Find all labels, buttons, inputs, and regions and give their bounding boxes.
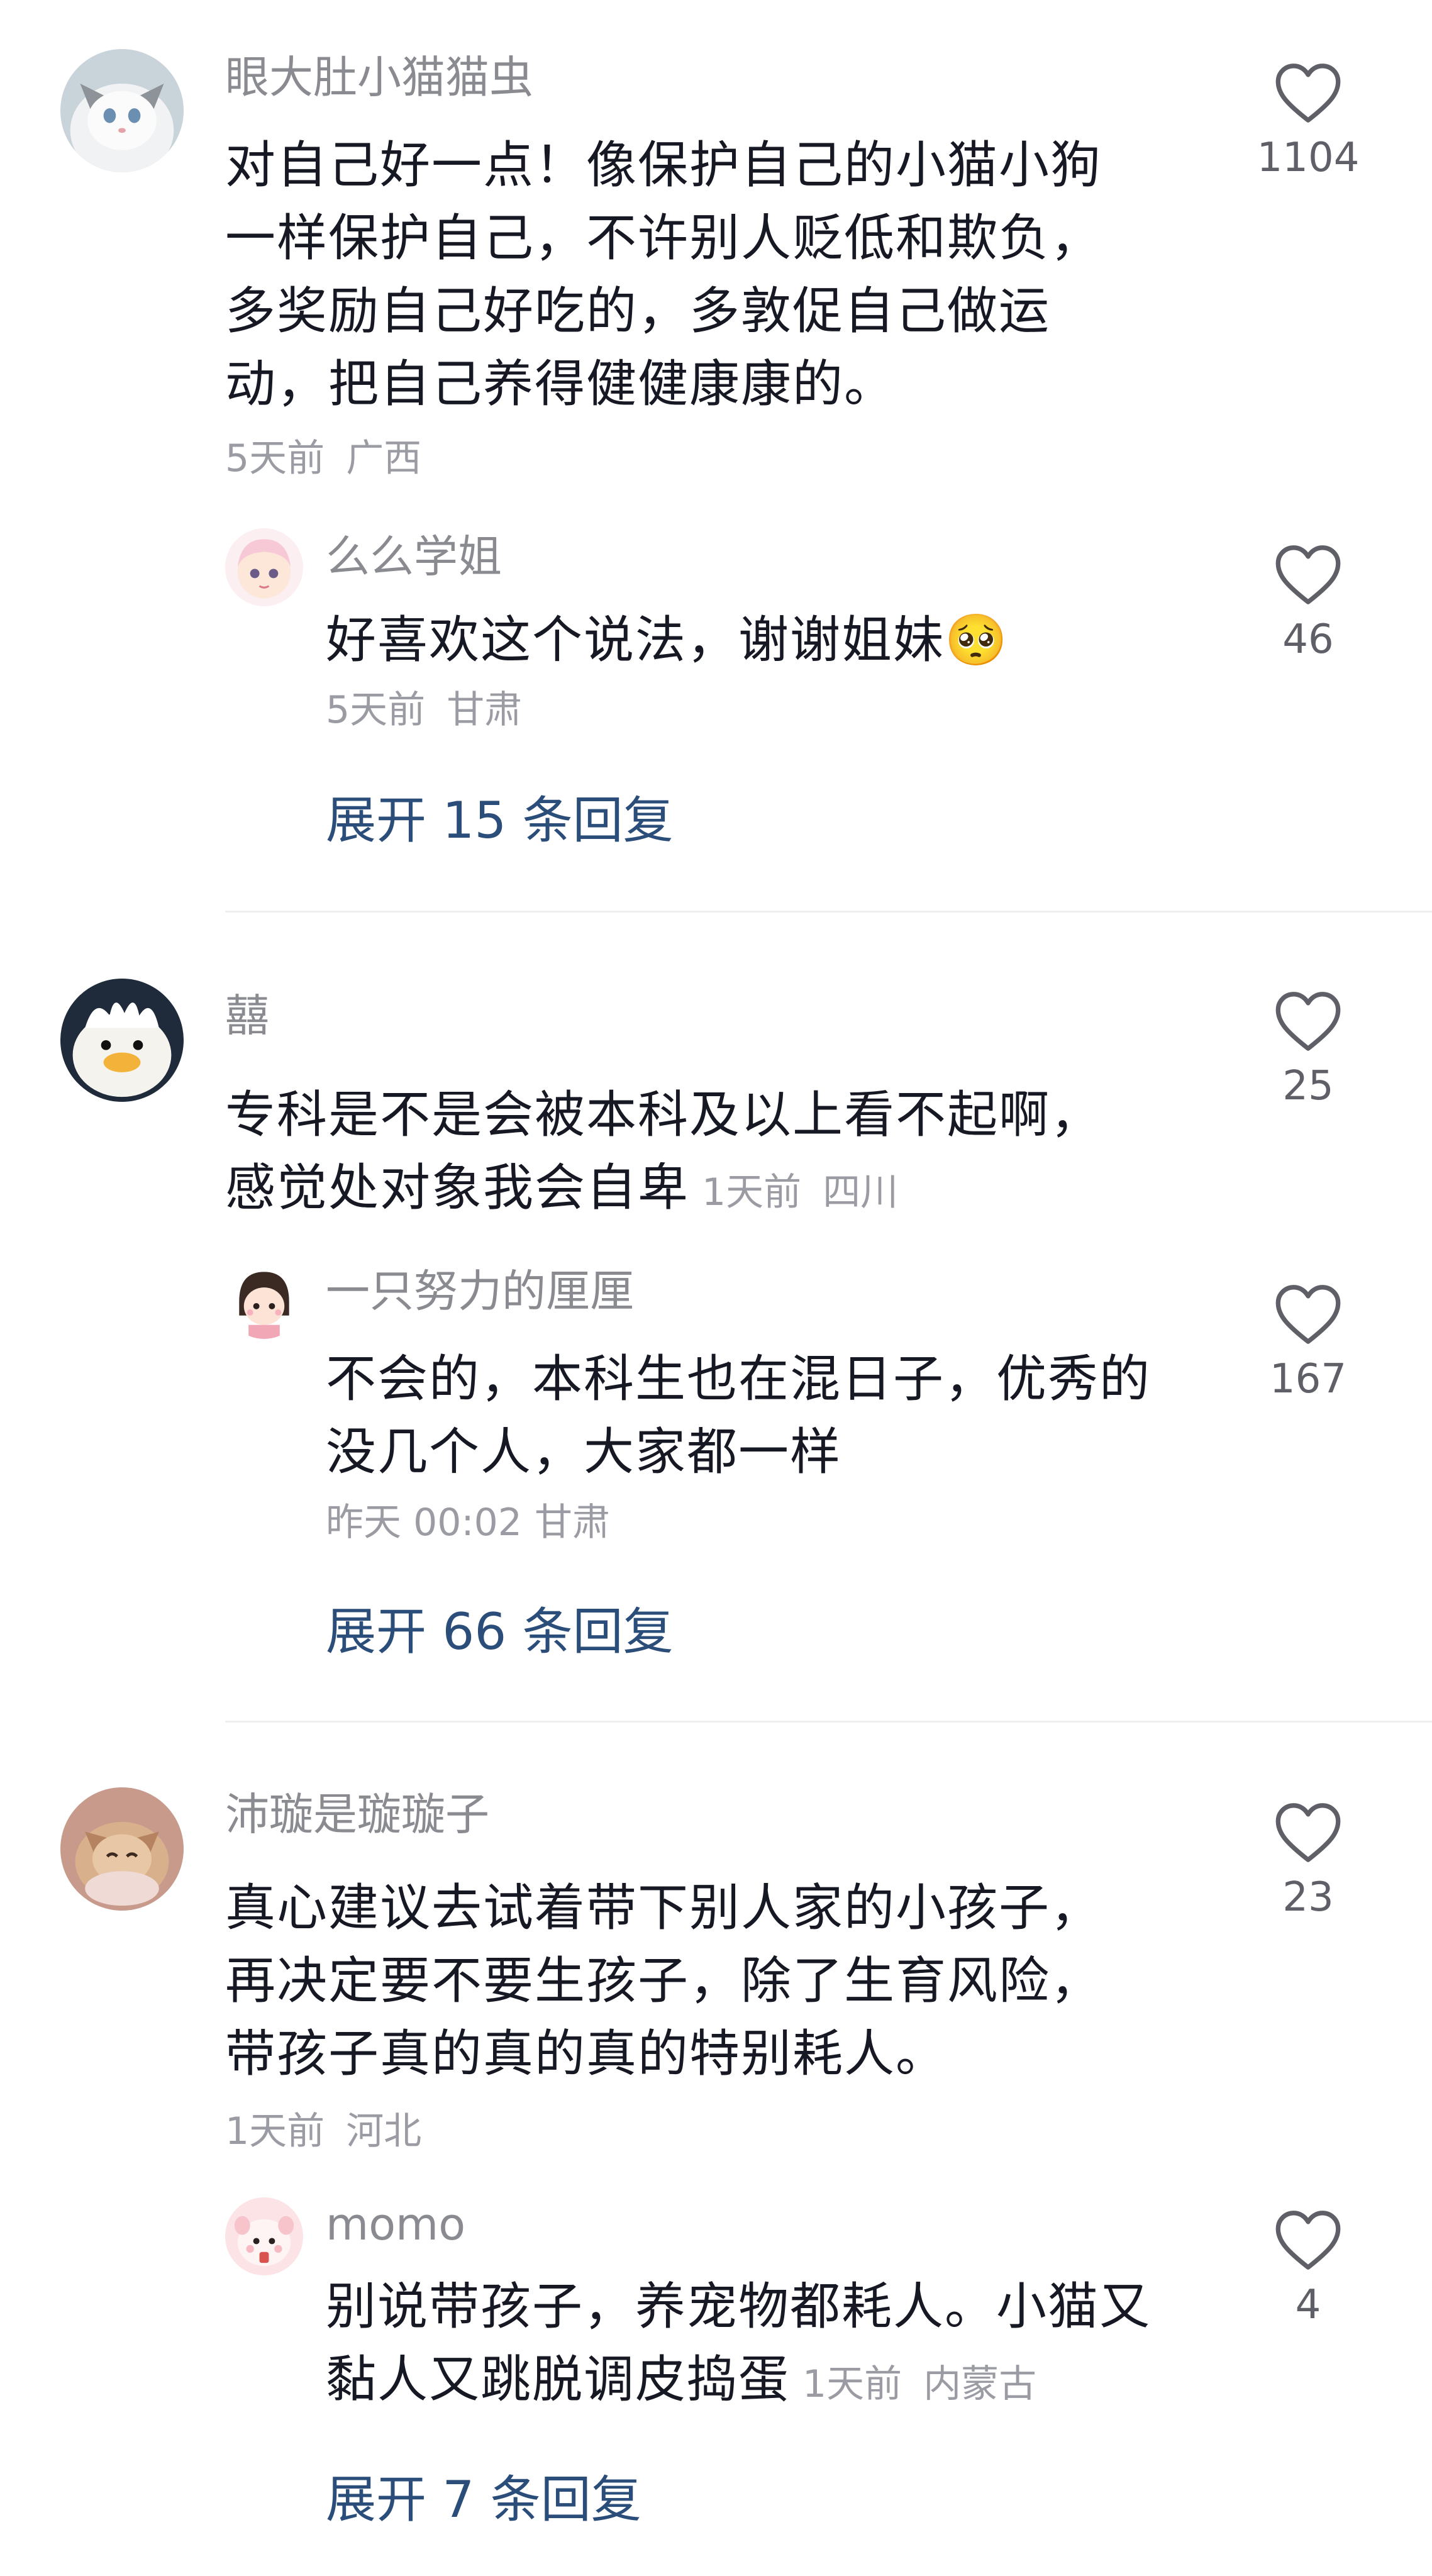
heart-outline-icon — [1275, 992, 1341, 1051]
like-button[interactable]: 23 — [1252, 1801, 1365, 1921]
reply-author[interactable]: momo — [326, 2196, 465, 2253]
like-count: 25 — [1282, 1063, 1334, 1109]
comment-text: 专科是不是会被本科及以上看不起啊， 感觉处对象我会自卑 1天前 四川 — [225, 1079, 1257, 1229]
comment-author[interactable]: 眼大肚小猫猫虫 — [225, 49, 533, 106]
like-count: 167 — [1269, 1356, 1347, 1402]
avatar[interactable] — [60, 1787, 184, 1911]
like-button[interactable]: 1104 — [1252, 62, 1365, 181]
comment-time: 1天前 — [225, 2109, 325, 2153]
like-button[interactable]: 46 — [1252, 543, 1365, 663]
reply-avatar[interactable] — [225, 1261, 303, 1339]
reply-time: 5天前 — [326, 688, 426, 732]
reply-meta: 昨天 00:02 甘肃 — [326, 1492, 610, 1546]
reply-text: 好喜欢这个说法，谢谢姐妹🥺 — [326, 611, 1009, 669]
comment-location: 广西 — [346, 436, 422, 480]
reply-meta: 1天前 内蒙古 — [802, 2362, 1036, 2406]
divider — [225, 911, 1432, 913]
reply-meta: 5天前 甘肃 — [326, 679, 522, 734]
comment-author[interactable]: 囍 — [225, 987, 269, 1044]
like-button[interactable]: 4 — [1252, 2209, 1365, 2328]
comment-line: 多奖励自己好吃的，多敦促自己做运 — [225, 282, 1050, 340]
heart-outline-icon — [1275, 2211, 1341, 2270]
reply-location: 甘肃 — [447, 688, 523, 732]
comment-time: 1天前 — [702, 1170, 802, 1214]
reply-location: 甘肃 — [534, 1501, 610, 1545]
comment-meta: 1天前 四川 — [702, 1170, 898, 1214]
comment-line: 真心建议去试着带下别人家的小孩子， — [225, 1879, 1102, 1937]
like-count: 1104 — [1257, 135, 1360, 181]
reply-line: 没几个人，大家都一样 — [326, 1423, 841, 1481]
reply-line: 别说带孩子，养宠物都耗人。小猫又 — [326, 2277, 1151, 2336]
like-count: 46 — [1282, 616, 1334, 663]
heart-outline-icon — [1275, 545, 1341, 604]
heart-outline-icon — [1275, 1285, 1341, 1344]
reply-time: 昨天 00:02 — [326, 1501, 522, 1545]
heart-outline-icon — [1275, 1803, 1341, 1862]
avatar[interactable] — [60, 49, 184, 172]
reply-author[interactable]: 么么学姐 — [326, 528, 502, 585]
comment-line: 再决定要不要生孩子，除了生育风险， — [225, 1951, 1102, 2010]
reply-avatar[interactable] — [225, 528, 303, 606]
expand-replies-button[interactable]: 展开 66 条回复 — [326, 1591, 674, 1664]
like-button[interactable]: 167 — [1252, 1283, 1365, 1402]
reply-line: 黏人又跳脱调皮捣蛋 — [326, 2350, 790, 2409]
comment-author[interactable]: 沛璇是璇璇子 — [225, 1786, 489, 1843]
comment-text: 对自己好一点！像保护自己的小猫小狗 一样保护自己，不许别人贬低和欺负， 多奖励自… — [225, 129, 1257, 421]
comment-time: 5天前 — [225, 436, 325, 480]
comment-line: 专科是不是会被本科及以上看不起啊， — [225, 1085, 1102, 1144]
comment-location: 四川 — [823, 1170, 899, 1214]
reply-author[interactable]: 一只努力的厘厘 — [326, 1263, 634, 1319]
comment-line: 动，把自己养得健健康康的。 — [225, 355, 896, 413]
comment-line: 带孩子真的真的真的特别耗人。 — [225, 2024, 947, 2083]
comment-line: 对自己好一点！像保护自己的小猫小狗 — [225, 136, 1102, 194]
reply-text: 别说带孩子，养宠物都耗人。小猫又 黏人又跳脱调皮捣蛋 1天前 内蒙古 — [326, 2270, 1257, 2421]
avatar[interactable] — [60, 979, 184, 1102]
comment-meta: 5天前 广西 — [225, 428, 421, 482]
expand-replies-button[interactable]: 展开 7 条回复 — [326, 2459, 641, 2532]
comment-location: 河北 — [346, 2109, 422, 2153]
comment-line: 感觉处对象我会自卑 — [225, 1158, 689, 1217]
reply-location: 内蒙古 — [923, 2362, 1037, 2406]
comment-line: 一样保护自己，不许别人贬低和欺负， — [225, 209, 1102, 267]
comment-text: 真心建议去试着带下别人家的小孩子， 再决定要不要生孩子，除了生育风险， 带孩子真… — [225, 1872, 1257, 2090]
reply-avatar[interactable] — [225, 2197, 303, 2275]
reply-line: 不会的，本科生也在混日子，优秀的 — [326, 1350, 1151, 1408]
heart-outline-icon — [1275, 64, 1341, 123]
reply-time: 1天前 — [802, 2362, 902, 2406]
reply-text: 不会的，本科生也在混日子，优秀的 没几个人，大家都一样 — [326, 1343, 1244, 1489]
like-button[interactable]: 25 — [1252, 990, 1365, 1109]
divider — [225, 1721, 1432, 1723]
like-count: 23 — [1282, 1874, 1334, 1921]
expand-replies-button[interactable]: 展开 15 条回复 — [326, 780, 674, 853]
like-count: 4 — [1295, 2282, 1321, 2328]
comment-meta: 1天前 河北 — [225, 2101, 421, 2155]
